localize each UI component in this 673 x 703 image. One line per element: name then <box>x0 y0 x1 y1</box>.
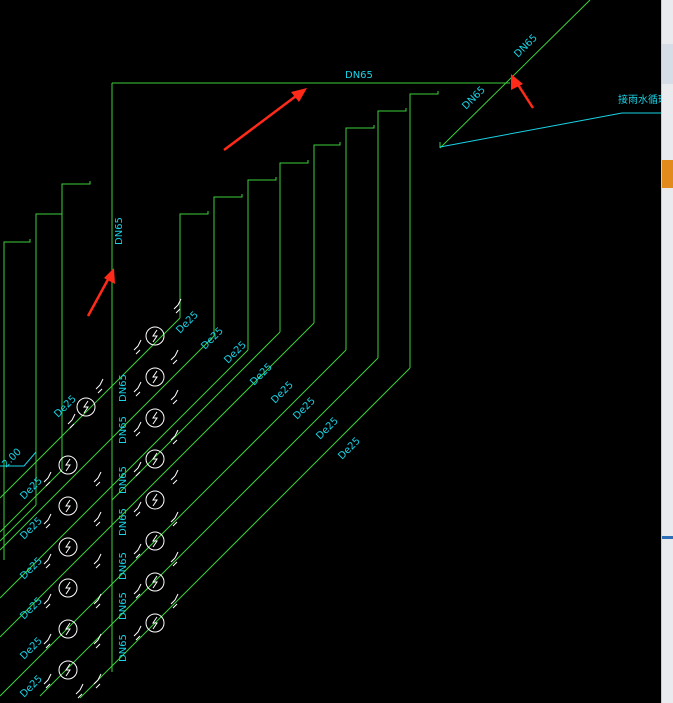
riser-repeat-label: DN65 <box>118 416 129 444</box>
branch-pipe-label: De25 <box>336 436 363 463</box>
angle-valve-icon <box>43 593 52 609</box>
red-arrow-icon <box>511 74 535 109</box>
branch-pipe-label: De25 <box>174 310 201 337</box>
angle-valve-icon <box>93 471 102 487</box>
label-main-right-lower: DN65 <box>460 85 488 113</box>
note-text: 接雨水循环 <box>618 93 661 106</box>
branch-pipe-label: De25 <box>18 674 45 701</box>
circle-with-slash-icon <box>145 613 165 633</box>
angle-valve-icon <box>43 471 52 487</box>
branch-pipe-label: De25 <box>18 516 45 543</box>
label-riser: DN65 <box>114 217 125 245</box>
angle-valve-icon <box>95 378 104 394</box>
branch-pipe-label: De25 <box>18 556 45 583</box>
red-arrow-icon <box>223 88 307 151</box>
riser-repeat-label: DN65 <box>118 634 129 662</box>
branch-pipe-label: De25 <box>199 326 226 353</box>
angle-valve-icon <box>43 553 52 569</box>
circle-with-slash-icon <box>58 578 78 598</box>
pipe-labels: DN65 DN65 DN65 DN65 接雨水循环 2.00 <box>0 33 661 471</box>
angle-valve-icon <box>93 511 102 527</box>
circle-with-slash-icon <box>145 408 165 428</box>
circle-with-slash-icon <box>145 367 165 387</box>
label-main-top: DN65 <box>345 70 373 81</box>
circle-with-slash-icon <box>145 572 165 592</box>
riser-repeat-label: DN65 <box>118 374 129 402</box>
riser-repeat-label: DN65 <box>118 508 129 536</box>
note-leader <box>0 112 661 467</box>
branch-pipe-label: De25 <box>52 394 79 421</box>
side-panel-accent-line <box>662 536 673 539</box>
angle-valve-icon <box>170 429 179 445</box>
circle-with-slash-icon <box>76 397 96 417</box>
cad-drawing-canvas[interactable]: DN65 DN65 DN65 DN65 接雨水循环 2.00 De25De25D… <box>0 0 661 703</box>
angle-valve-icon <box>133 339 142 355</box>
angle-valve-icon <box>133 421 142 437</box>
circle-with-slash-icon <box>58 619 78 639</box>
angle-valve-icon <box>133 381 142 397</box>
branch-pipe-label: De25 <box>18 476 45 503</box>
riser-repeat-label: DN65 <box>118 466 129 494</box>
angle-valve-icon <box>93 673 102 689</box>
circle-with-slash-icon <box>58 496 78 516</box>
angle-valve-icon <box>133 461 142 477</box>
angle-valve-icon <box>43 513 52 529</box>
angle-valve-icon <box>93 553 102 569</box>
branch-pipe-label: De25 <box>314 416 341 443</box>
side-panel-strip <box>661 0 673 703</box>
branch-pipe-label: De25 <box>248 362 275 389</box>
circle-with-slash-icon <box>145 490 165 510</box>
circle-with-slash-icon <box>58 660 78 680</box>
angle-valve-icon <box>170 349 179 365</box>
red-arrow-icon <box>86 268 115 317</box>
branch-pipe-label: De25 <box>18 636 45 663</box>
circle-with-slash-icon <box>145 531 165 551</box>
angle-valve-icon <box>67 413 76 429</box>
angle-valve-icon <box>170 389 179 405</box>
angle-valve-icon <box>133 501 142 517</box>
riser-repeat-label: DN65 <box>118 552 129 580</box>
branch-pipe-label: De25 <box>291 396 318 423</box>
angle-valve-icon <box>170 469 179 485</box>
label-main-right-upper: DN65 <box>512 33 540 61</box>
main-header-pipe <box>111 0 591 672</box>
riser-repeat-label: DN65 <box>118 592 129 620</box>
side-panel-blue-block <box>662 44 673 84</box>
circle-with-slash-icon <box>145 449 165 469</box>
branch-pipe-label: De25 <box>18 596 45 623</box>
circle-with-slash-icon <box>58 537 78 557</box>
branch-pipe-label: De25 <box>269 380 296 407</box>
side-panel-orange-block <box>662 160 673 188</box>
